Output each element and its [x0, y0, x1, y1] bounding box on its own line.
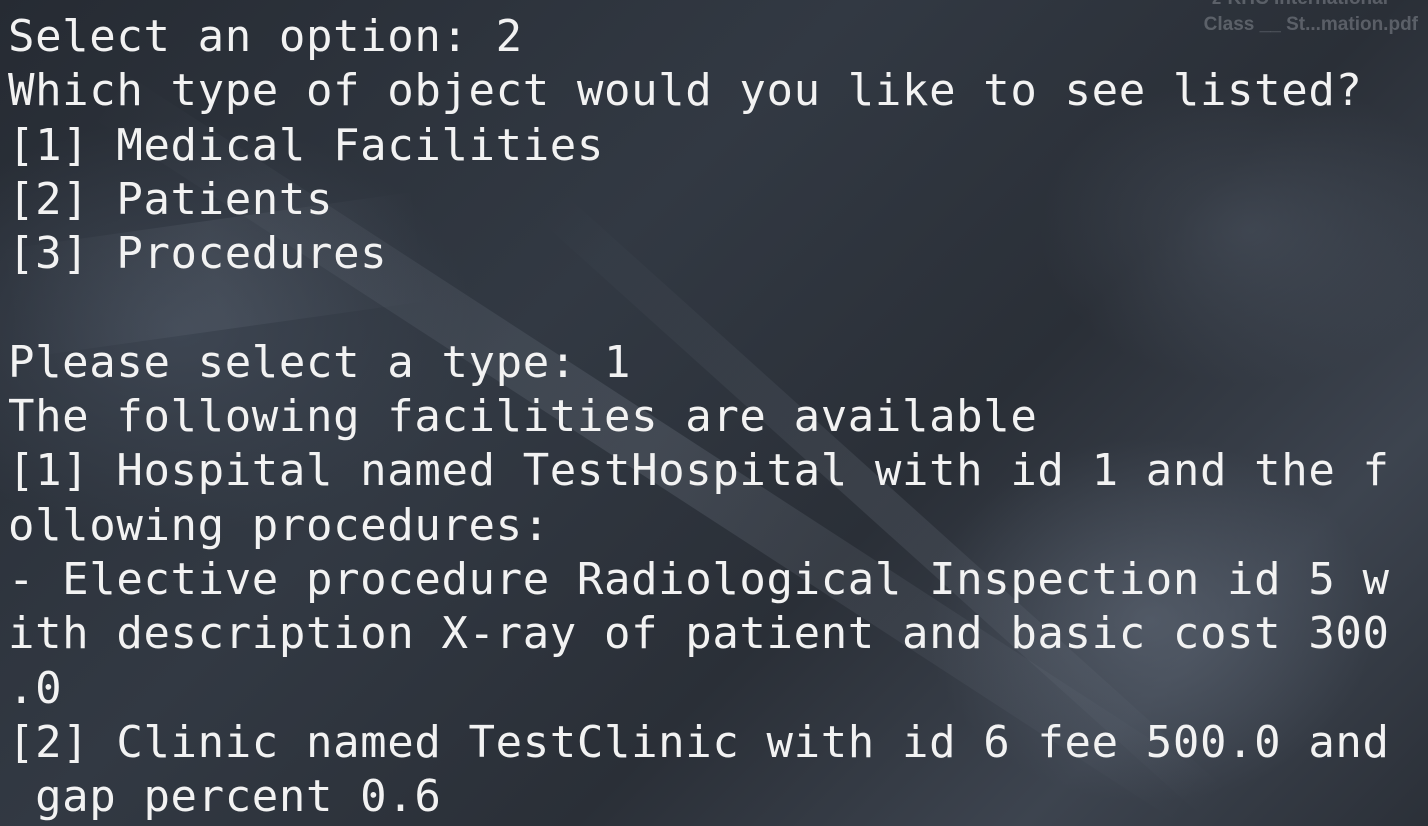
terminal-line-hospital-entry: [1] Hospital named TestHospital with id … — [8, 445, 1390, 497]
terminal-line-procedure-entry-cont: ith description X-ray of patient and bas… — [8, 608, 1390, 660]
terminal-line-procedure-entry-end: .0 — [8, 662, 63, 714]
terminal-line-procedure-entry: - Elective procedure Radiological Inspec… — [8, 553, 1390, 605]
terminal-line-question: Which type of object would you like to s… — [8, 65, 1363, 117]
terminal-line-menu-patients: [2] Patients — [8, 173, 334, 225]
desktop-file-label-partial: z-KHC International — [1212, 0, 1388, 10]
terminal-line-facilities-header: The following facilities are available — [8, 391, 1038, 443]
terminal-line-select-option: Select an option: 2 — [8, 11, 523, 62]
terminal-line-clinic-entry-cont: gap percent 0.6 — [8, 771, 442, 823]
terminal-line-select-type: Please select a type: 1 — [8, 336, 632, 388]
terminal-output[interactable]: Select an option: 2 Which type of object… — [8, 10, 1428, 826]
terminal-line-clinic-entry: [2] Clinic named TestClinic with id 6 fe… — [8, 716, 1390, 768]
terminal-line-menu-procedures: [3] Procedures — [8, 228, 388, 280]
terminal-line-hospital-entry-cont: ollowing procedures: — [8, 499, 550, 551]
terminal-line-menu-medical-facilities: [1] Medical Facilities — [8, 119, 604, 171]
